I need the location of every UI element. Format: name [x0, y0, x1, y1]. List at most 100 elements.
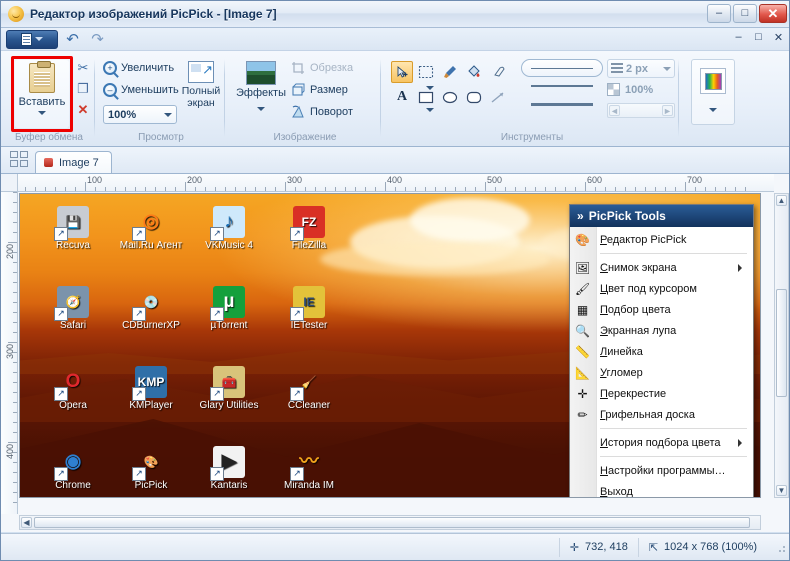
slider-left-arrow-icon[interactable]: ◄ [609, 105, 620, 116]
tool-line[interactable] [487, 86, 509, 108]
desktop-icon[interactable]: KMPKMPlayer [108, 366, 194, 412]
desktop-icon[interactable]: ◎Mail.Ru Агент [108, 206, 194, 252]
horizontal-scroll-thumb[interactable] [34, 517, 750, 528]
maximize-button[interactable]: □ [733, 4, 757, 23]
scroll-up-button[interactable]: ▲ [776, 195, 787, 206]
line-width-combo[interactable]: 2 px [607, 59, 675, 78]
rotate-button[interactable]: Поворот [291, 105, 434, 119]
paste-button[interactable]: Вставить [15, 60, 69, 128]
tool-ellipse[interactable] [439, 86, 461, 108]
desktop-icon[interactable]: 💿CDBurnerXP [108, 286, 194, 332]
tool-eraser[interactable] [487, 61, 509, 83]
opacity-slider[interactable]: ◄ ► [607, 103, 675, 118]
scroll-down-button[interactable]: ▼ [776, 485, 787, 496]
tool-fill[interactable] [463, 61, 485, 83]
desktop-icon[interactable]: µµTorrent [186, 286, 272, 332]
desktop-icon[interactable]: IEIETester [266, 286, 352, 332]
cut-button[interactable]: ✂ [75, 59, 91, 77]
horizontal-scrollbar[interactable]: ◀ [19, 515, 761, 530]
color-palette-button[interactable] [691, 59, 735, 125]
minimize-button[interactable]: – [707, 4, 731, 23]
close-button[interactable]: ✕ [759, 4, 787, 23]
ruler-tick [675, 187, 676, 191]
desktop-icon[interactable]: 💾Recuva [30, 206, 116, 252]
chevron-down-icon[interactable] [257, 107, 265, 115]
ruler-tick [155, 187, 156, 191]
picpick-menu-item[interactable]: ✛ Перекрестие [570, 383, 753, 404]
tool-rounded-rect[interactable] [463, 86, 485, 108]
picpick-menu-item[interactable]: История подбора цвета [570, 432, 753, 453]
ruler-tick [145, 187, 146, 191]
picpick-menu-item[interactable]: 🎨 Редактор PicPick [570, 229, 753, 250]
desktop-icon-label: Recuva [56, 240, 90, 251]
picpick-menu-item[interactable]: 📏 Линейка [570, 341, 753, 362]
desktop-icon[interactable]: OOpera [30, 366, 116, 412]
desktop-icon[interactable]: ◉Chrome [30, 446, 116, 492]
desktop-icon[interactable]: 〰Miranda IM [266, 446, 352, 492]
tool-brush[interactable] [439, 61, 461, 83]
slider-right-arrow-icon[interactable]: ► [662, 105, 673, 116]
resize-button[interactable]: Размер [291, 83, 434, 97]
desktop-icon[interactable]: 🧹CCleaner [266, 366, 352, 412]
ruler-tick [705, 187, 706, 191]
desktop-icon[interactable]: 🧰Glary Utilities [186, 366, 272, 412]
tool-rectangle[interactable] [415, 86, 437, 108]
ruler-tick [25, 187, 26, 191]
application-menu-button[interactable] [6, 29, 58, 49]
tool-select-arrow[interactable] [391, 61, 413, 83]
zoom-out-button[interactable]: – Уменьшить [103, 83, 179, 97]
picpick-menu-item-label: Перекрестие [600, 387, 667, 400]
picpick-menu-item[interactable]: ▦ Подбор цвета [570, 299, 753, 320]
effects-button[interactable]: Эффекты [235, 61, 287, 127]
undo-button[interactable]: ↶ [62, 29, 83, 49]
fullscreen-button[interactable]: Полный экран [181, 61, 221, 123]
picpick-menu-item-label: Снимок экрана [600, 261, 677, 274]
desktop-icon[interactable]: ▶Kantaris [186, 446, 272, 492]
desktop-icon-label: CDBurnerXP [122, 320, 180, 331]
tab-image-7[interactable]: Image 7 [35, 151, 112, 173]
image-canvas[interactable]: 💾Recuva◎Mail.Ru Агент♪VKMusic 4FZFileZil… [19, 193, 761, 498]
delete-button[interactable]: ✕ [75, 101, 91, 119]
desktop-icon[interactable]: FZFileZilla [266, 206, 352, 252]
zoom-level-combo[interactable]: 100% [103, 105, 177, 124]
line-style-medium[interactable] [521, 77, 603, 95]
clipboard-icon [29, 61, 55, 93]
protractor-icon: 📐 [575, 365, 590, 380]
tool-text[interactable]: A [391, 86, 413, 108]
picpick-menu-item-label: История подбора цвета [600, 436, 721, 449]
picpick-menu-item[interactable]: 📐 Угломер [570, 362, 753, 383]
window-title: Редактор изображений PicPick - [Image 7] [30, 7, 277, 21]
document-tab-strip: Image 7 [1, 147, 789, 174]
desktop-icon[interactable]: 🧭Safari [30, 286, 116, 332]
mdi-restore-button[interactable]: □ [752, 31, 765, 44]
tile-windows-button[interactable] [7, 147, 31, 171]
chevron-down-icon[interactable] [38, 111, 46, 119]
picpick-menu-item[interactable]: Выход [570, 481, 753, 498]
picpick-menu-item[interactable]: 🖼 Снимок экрана [570, 257, 753, 278]
tile-cell-icon [20, 151, 28, 158]
ruler-tick [13, 332, 17, 333]
resize-grip[interactable] [773, 540, 787, 554]
desktop-icon[interactable]: 🎨PicPick [108, 446, 194, 492]
redo-button[interactable]: ↷ [87, 29, 108, 49]
mdi-minimize-button[interactable]: – [732, 31, 745, 44]
ruler-tick [435, 187, 436, 191]
tool-rect-select[interactable] [415, 61, 437, 83]
ruler-tick [8, 242, 17, 243]
copy-button[interactable]: ❐ [75, 80, 91, 98]
vertical-scrollbar[interactable]: ▲ ▼ [774, 193, 789, 498]
zoom-in-button[interactable]: + Увеличить [103, 61, 174, 75]
picpick-menu-item[interactable]: 🔍 Экранная лупа [570, 320, 753, 341]
scroll-left-button[interactable]: ◀ [21, 517, 32, 528]
tile-cell-icon [10, 160, 18, 167]
picpick-menu-item[interactable]: 🖌 Цвет под курсором [570, 278, 753, 299]
picpick-menu-item[interactable]: Настройки программы… [570, 460, 753, 481]
line-style-thick[interactable] [521, 95, 603, 113]
picpick-menu-item[interactable]: ✏ Грифельная доска [570, 404, 753, 425]
line-style-thin[interactable] [521, 59, 603, 77]
chevron-down-icon[interactable] [709, 108, 717, 116]
desktop-icon[interactable]: ♪VKMusic 4 [186, 206, 272, 252]
mdi-close-button[interactable]: ✕ [772, 31, 785, 44]
ruler-label: 600 [587, 175, 603, 185]
vertical-scroll-thumb[interactable] [776, 289, 787, 397]
